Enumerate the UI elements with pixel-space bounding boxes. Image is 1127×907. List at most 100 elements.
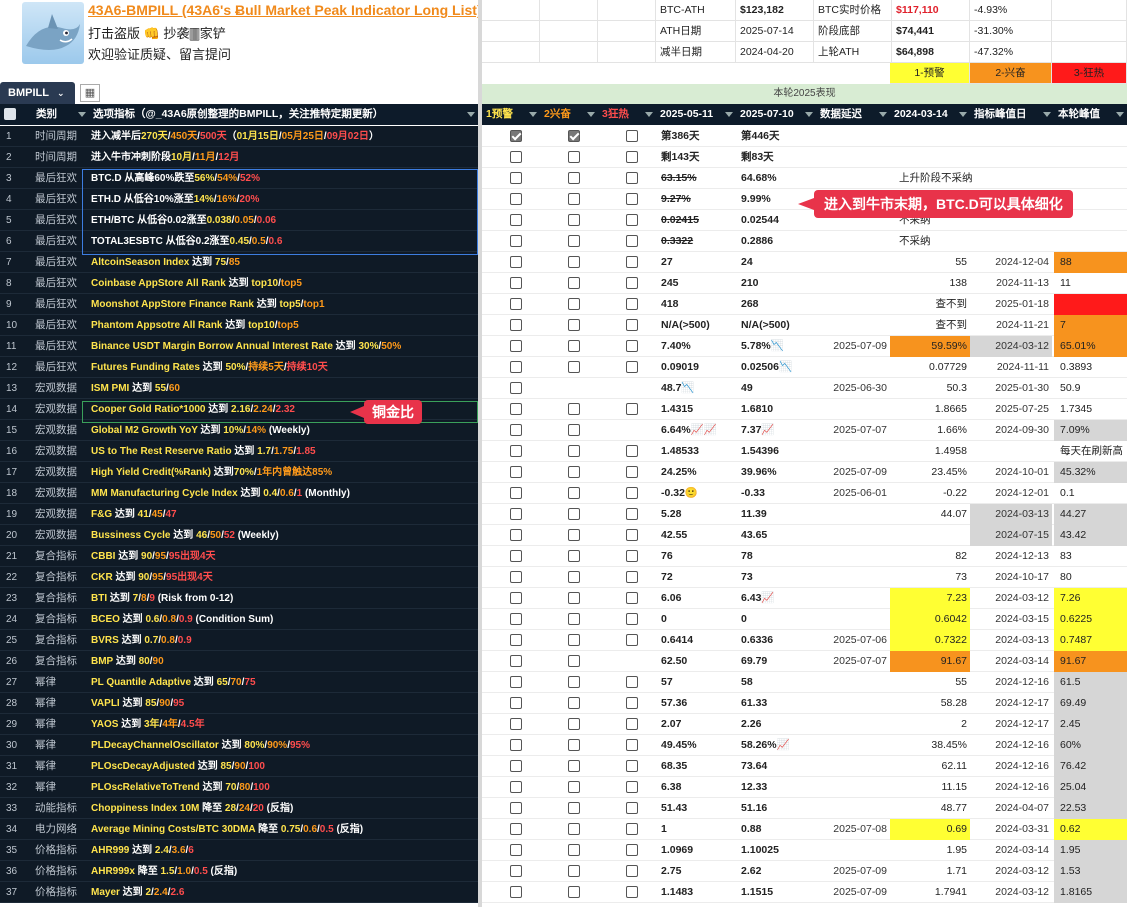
warning-checkbox[interactable] — [510, 550, 522, 562]
frenzy-checkbox[interactable] — [626, 550, 638, 562]
frenzy-checkbox[interactable] — [626, 319, 638, 331]
indicator-cell[interactable]: PLOscRelativeToTrend 达到 70/80/100 — [91, 777, 475, 798]
row-number[interactable]: 21 — [6, 546, 32, 567]
excited-checkbox[interactable] — [568, 571, 580, 583]
frenzy-checkbox[interactable] — [626, 277, 638, 289]
row-number[interactable]: 35 — [6, 840, 32, 861]
warning-checkbox[interactable] — [510, 361, 522, 373]
indicator-cell[interactable]: BTC.D 从高峰60%跌至56%/54%/52% — [91, 168, 475, 189]
row-number[interactable]: 6 — [6, 231, 32, 252]
indicator-cell[interactable]: PLOscDecayAdjusted 达到 85/90/100 — [91, 756, 475, 777]
peak-date-cell[interactable]: 2025-01-18 — [970, 294, 1052, 315]
value-2025-07-10[interactable]: 43.65 — [738, 525, 818, 546]
category-cell[interactable]: 宏观数据 — [35, 420, 89, 441]
value-2025-05-11[interactable]: 245 — [658, 273, 738, 294]
peak-date-cell[interactable]: 2024-10-17 — [970, 567, 1052, 588]
value-2024-03-14[interactable]: 55 — [890, 672, 970, 693]
frenzy-checkbox[interactable] — [626, 844, 638, 856]
peak-date-cell[interactable]: 2024-12-16 — [970, 756, 1052, 777]
peak-date-cell[interactable]: 2024-12-16 — [970, 777, 1052, 798]
excited-checkbox[interactable] — [568, 781, 580, 793]
value-2024-03-14[interactable]: 0.69 — [890, 819, 970, 840]
indicator-cell[interactable]: ISM PMI 达到 55/60 — [91, 378, 475, 399]
filter-arrow-icon[interactable] — [879, 112, 887, 117]
warning-checkbox[interactable] — [510, 676, 522, 688]
warning-checkbox[interactable] — [510, 529, 522, 541]
table-row[interactable]: 7 最后狂欢 AltcoinSeason Index 达到 75/85 27 24 55 2… — [0, 252, 1127, 273]
frenzy-checkbox[interactable] — [626, 193, 638, 205]
category-cell[interactable]: 复合指标 — [35, 630, 89, 651]
peak-date-cell[interactable]: 2025-01-30 — [970, 378, 1052, 399]
col-header-delay[interactable]: 数据延迟 — [816, 104, 890, 125]
category-cell[interactable]: 复合指标 — [35, 546, 89, 567]
category-cell[interactable]: 最后狂欢 — [35, 357, 89, 378]
table-row[interactable]: 21 复合指标 CBBI 达到 90/95/95出现4天 76 78 82 2024-12-… — [0, 546, 1127, 567]
indicator-cell[interactable]: AHR999 达到 2.4/3.6/6 — [91, 840, 475, 861]
table-row[interactable]: 22 复合指标 CKR 达到 90/95/95出现4天 72 73 73 2024-10-1… — [0, 567, 1127, 588]
frenzy-checkbox[interactable] — [626, 592, 638, 604]
value-2025-07-10[interactable]: 2.62 — [738, 861, 818, 882]
warning-checkbox[interactable] — [510, 382, 522, 394]
indicator-cell[interactable]: 进入减半后270天/450天/500天（01月15日/05月25日/09月02日… — [91, 126, 475, 147]
stage-bottom-value[interactable]: $74,441 — [892, 21, 970, 42]
value-2025-07-10[interactable]: -0.33 — [738, 483, 818, 504]
frenzy-checkbox[interactable] — [626, 361, 638, 373]
halving-date-value[interactable]: 2024-04-20 — [736, 42, 814, 63]
info-empty-cell[interactable] — [598, 42, 656, 63]
row-number[interactable]: 22 — [6, 567, 32, 588]
value-2025-07-10[interactable]: 1.10025 — [738, 840, 818, 861]
row-number[interactable]: 3 — [6, 168, 32, 189]
frenzy-checkbox[interactable] — [626, 298, 638, 310]
warning-checkbox[interactable] — [510, 613, 522, 625]
data-delay-cell[interactable]: 2025-07-08 — [818, 819, 890, 840]
indicator-cell[interactable]: CBBI 达到 90/95/95出现4天 — [91, 546, 475, 567]
category-cell[interactable]: 最后狂欢 — [35, 168, 89, 189]
value-2025-05-11[interactable]: 7.40% — [658, 336, 738, 357]
filter-arrow-icon[interactable] — [959, 112, 967, 117]
excited-checkbox[interactable] — [568, 718, 580, 730]
peak-value-cell[interactable]: 69.49 — [1054, 693, 1127, 714]
data-delay-cell[interactable] — [818, 693, 890, 714]
value-2025-07-10[interactable]: 73 — [738, 567, 818, 588]
data-delay-cell[interactable] — [818, 546, 890, 567]
col-header-alert2[interactable]: 2兴奋 — [540, 104, 598, 125]
peak-date-cell[interactable] — [970, 147, 1052, 168]
row-number[interactable]: 36 — [6, 861, 32, 882]
peak-date-cell[interactable]: 2024-12-17 — [970, 714, 1052, 735]
indicator-cell[interactable]: US to The Rest Reserve Ratio 达到 1.7/1.75… — [91, 441, 475, 462]
value-2025-05-11[interactable]: 0.02415 — [658, 210, 738, 231]
col-header-alert1[interactable]: 1预警 — [482, 104, 540, 125]
category-cell[interactable]: 时间周期 — [35, 126, 89, 147]
peak-date-cell[interactable] — [970, 126, 1052, 147]
grid-view-icon[interactable]: ▦ — [80, 84, 100, 102]
category-cell[interactable]: 幂律 — [35, 672, 89, 693]
category-cell[interactable]: 幂律 — [35, 777, 89, 798]
frenzy-checkbox[interactable] — [626, 529, 638, 541]
value-2025-05-11[interactable]: 48.7📉 — [658, 378, 738, 399]
indicator-cell[interactable]: VAPLI 达到 85/90/95 — [91, 693, 475, 714]
value-2024-03-14[interactable]: 查不到 — [890, 315, 970, 336]
data-delay-cell[interactable] — [818, 126, 890, 147]
value-2025-05-11[interactable]: 49.45% — [658, 735, 738, 756]
table-row[interactable]: 30 幂律 PLDecayChannelOscillator 达到 80%/90%/… — [0, 735, 1127, 756]
value-2025-05-11[interactable]: 6.64%📈📈 — [658, 420, 738, 441]
row-number[interactable]: 10 — [6, 315, 32, 336]
row-number[interactable]: 12 — [6, 357, 32, 378]
peak-value-cell[interactable]: 50.9 — [1054, 378, 1127, 399]
value-2024-03-14[interactable]: 48.77 — [890, 798, 970, 819]
value-2024-03-14[interactable]: 91.67 — [890, 651, 970, 672]
warning-checkbox[interactable] — [510, 508, 522, 520]
table-row[interactable]: 29 幂律 YAOS 达到 3年/4年/4.5年 2.07 2.26 2 2024-12-1… — [0, 714, 1127, 735]
frenzy-checkbox[interactable] — [626, 172, 638, 184]
data-delay-cell[interactable] — [818, 840, 890, 861]
frenzy-checkbox[interactable] — [626, 613, 638, 625]
indicator-cell[interactable]: AHR999x 降至 1.5/1.0/0.5 (反指) — [91, 861, 475, 882]
peak-value-cell[interactable]: 7.09% — [1054, 420, 1127, 441]
value-2025-05-11[interactable]: 0.3322 — [658, 231, 738, 252]
warning-checkbox[interactable] — [510, 886, 522, 898]
peak-value-cell[interactable]: 83 — [1054, 546, 1127, 567]
peak-value-cell[interactable]: 91.67 — [1054, 651, 1127, 672]
value-2025-07-10[interactable]: 24 — [738, 252, 818, 273]
value-2024-03-14[interactable]: 73 — [890, 567, 970, 588]
peak-date-cell[interactable]: 2024-03-14 — [970, 651, 1052, 672]
